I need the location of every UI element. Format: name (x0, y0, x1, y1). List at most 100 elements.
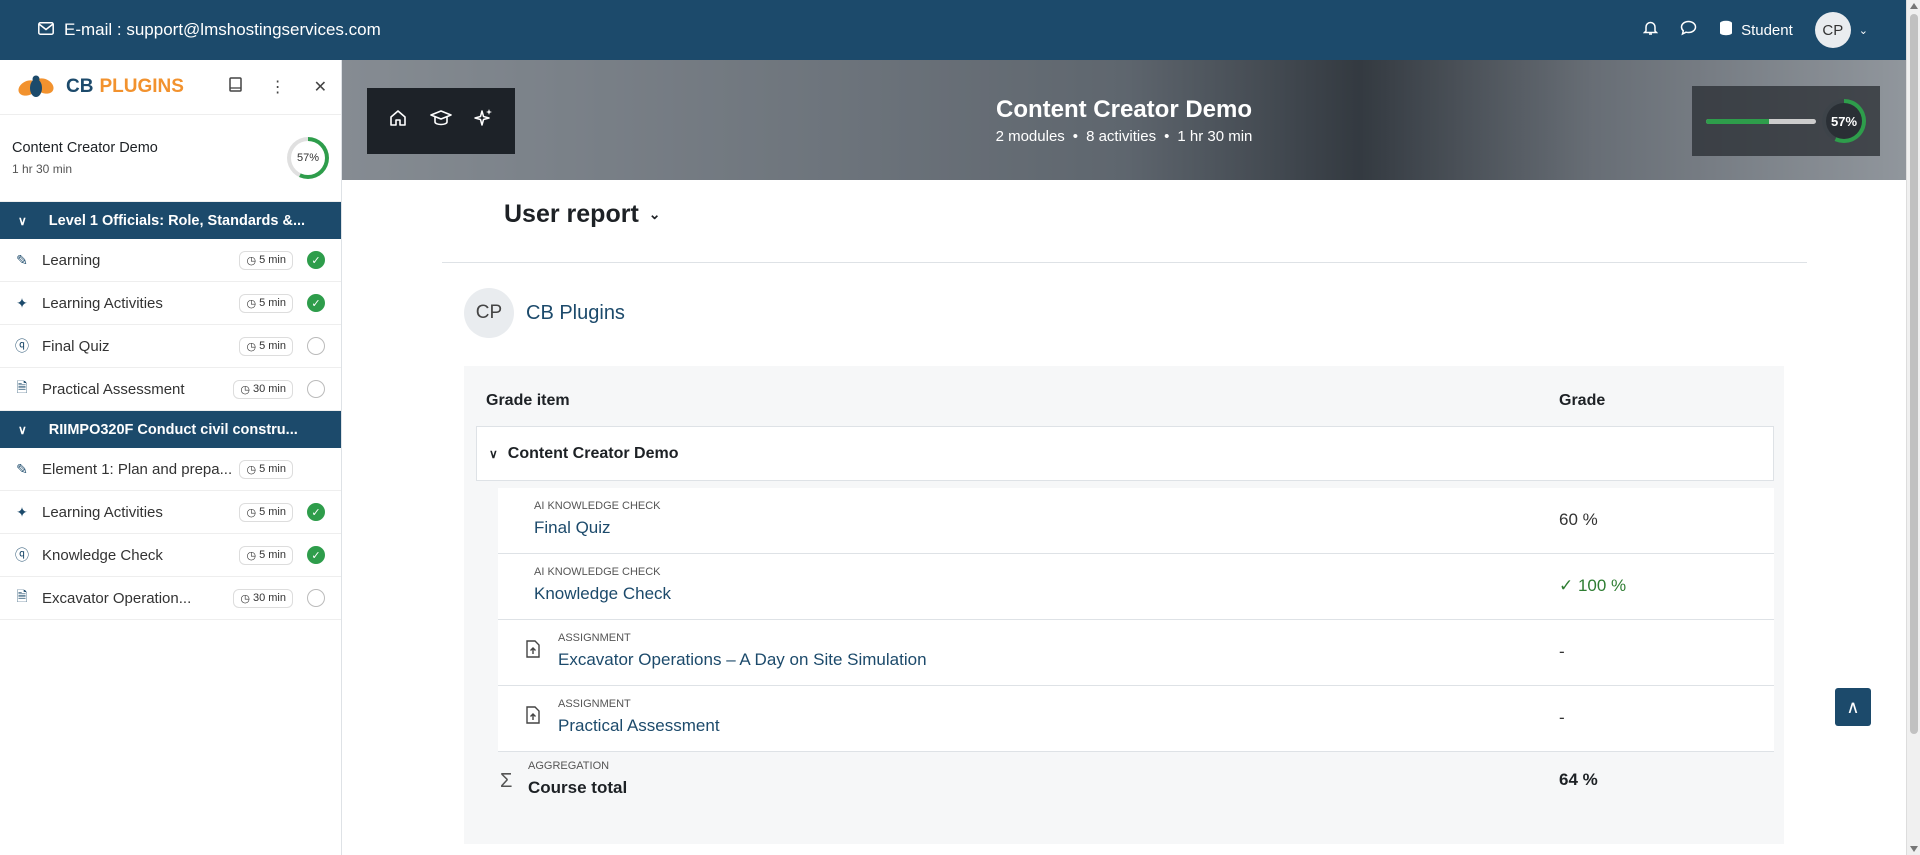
page-scrollbar[interactable] (1906, 0, 1920, 855)
scroll-up-icon[interactable] (1910, 3, 1918, 9)
completion-empty-icon (307, 380, 325, 398)
duration-badge: ◷ 30 min (233, 588, 293, 608)
activity-label: Final Quiz (42, 337, 110, 355)
course-progress-value: 57% (291, 141, 325, 175)
activity-label: Learning (42, 251, 101, 269)
logo-icon (18, 75, 54, 97)
scroll-down-icon[interactable] (1910, 846, 1918, 852)
completion-check-icon: ✓ (307, 503, 325, 521)
activity-label: Excavator Operation... (42, 589, 192, 607)
logo-text-plugins: PLUGINS (99, 76, 184, 97)
duration-badge: ◷ 5 min (239, 502, 293, 522)
item-link[interactable]: Excavator Operations – A Day on Site Sim… (558, 650, 927, 670)
item-grade: - (1559, 708, 1565, 727)
logo-text-cb: CB (66, 76, 94, 97)
activity-learning-activities[interactable]: ✦ Learning Activities ◷ 5 min ✓ (0, 282, 341, 325)
back-to-top-button[interactable]: ∧ (1835, 688, 1871, 726)
activity-knowledge-check[interactable]: ⓠ Knowledge Check ◷ 5 min ✓ (0, 534, 341, 577)
course-summary[interactable]: Content Creator Demo 1 hr 30 min 57% (0, 115, 341, 202)
user-menu[interactable]: CP ⌄ (1814, 12, 1868, 48)
activity-label: Learning Activities (42, 503, 163, 521)
completion-check-icon: ✓ (307, 294, 325, 312)
item-grade: ✓ 100 % (1559, 576, 1627, 595)
grade-row: AI KNOWLEDGE CHECK Final Quiz 60 % (498, 488, 1774, 554)
activity-learning-activities-2[interactable]: ✦ Learning Activities ◷ 5 min ✓ (0, 491, 341, 534)
column-header-grade-item: Grade item (486, 392, 570, 409)
puzzle-icon: ✦ (16, 294, 28, 311)
chevron-down-icon[interactable]: ∨ (489, 447, 498, 461)
activity-practical-assessment[interactable]: 🗎 Practical Assessment ◷ 30 min (0, 368, 341, 411)
user-name-link[interactable]: CB Plugins (526, 302, 625, 325)
avatar: CP (1814, 12, 1851, 48)
activity-final-quiz[interactable]: ⓠ Final Quiz ◷ 5 min (0, 325, 341, 368)
completion-empty-icon (307, 589, 325, 607)
item-grade: 60 % (1559, 510, 1598, 529)
activity-learning[interactable]: ✎ Learning ◷ 5 min ✓ (0, 239, 341, 282)
duration-badge: ◷ 5 min (239, 250, 293, 270)
messages-icon[interactable] (1680, 20, 1697, 40)
clock-icon: ◷ (246, 340, 257, 353)
completion-empty-icon (307, 337, 325, 355)
close-icon[interactable]: ✕ (314, 77, 327, 97)
progress-value: 57% (1826, 103, 1862, 139)
file-upload-icon: 🗎 (16, 379, 28, 395)
support-email: E-mail : support@lmshostingservices.com (38, 20, 381, 40)
item-grade: - (1559, 642, 1565, 661)
check-icon: ✓ (1559, 576, 1578, 595)
file-upload-icon: 🗎 (16, 588, 28, 604)
chevron-down-icon: ⌄ (1858, 24, 1868, 37)
divider (442, 262, 1807, 263)
section-header-2[interactable]: ∨ RIIMPO320F Conduct civil constru... (0, 411, 341, 448)
duration-badge: ◷ 5 min (239, 545, 293, 565)
more-options-icon[interactable]: ⋮ (270, 77, 286, 97)
activity-element-1[interactable]: ✎ Element 1: Plan and prepa... ◷ 5 min (0, 448, 341, 491)
item-link[interactable]: Final Quiz (534, 518, 611, 538)
support-email-text: E-mail : support@lmshostingservices.com (64, 20, 381, 39)
report-selector[interactable]: User report ⌄ (504, 200, 661, 229)
clock-icon: ◷ (240, 592, 250, 605)
cb-plugins-logo[interactable]: CB PLUGINS (14, 72, 184, 102)
completion-none (307, 460, 325, 478)
course-meta: 2 modules • 8 activities • 1 hr 30 min (995, 128, 1253, 145)
chevron-down-icon: ∨ (18, 213, 27, 228)
activity-label: Knowledge Check (42, 546, 163, 564)
activity-label: Practical Assessment (42, 380, 185, 398)
progress-bar-fill (1706, 118, 1769, 124)
duration-badge: ◷ 5 min (239, 293, 293, 313)
progress-bar (1706, 118, 1816, 124)
question-icon: ⓠ (15, 547, 29, 563)
activities-count: 8 activities (1086, 128, 1157, 145)
scrollbar-thumb[interactable] (1910, 14, 1918, 734)
item-link[interactable]: Knowledge Check (534, 584, 671, 604)
book-icon[interactable] (228, 76, 242, 98)
banner-title-block: Content Creator Demo 2 modules • 8 activit… (342, 96, 1906, 145)
progress-ring: 57% (1822, 99, 1866, 143)
duration-badge: ◷ 5 min (239, 336, 293, 356)
role-switcher[interactable]: Student (1719, 20, 1793, 40)
file-upload-icon (526, 640, 540, 663)
column-header-grade: Grade (1559, 392, 1606, 409)
category-row[interactable]: ∨ Content Creator Demo (476, 426, 1774, 481)
database-icon (1719, 20, 1733, 40)
duration-badge: ◷ 5 min (239, 459, 293, 479)
course-total-row: Σ AGGREGATION Course total 64 % (498, 748, 1774, 814)
grade-row: ASSIGNMENT Practical Assessment - (498, 686, 1774, 752)
chevron-down-icon: ∨ (18, 422, 27, 437)
bell-icon[interactable] (1642, 20, 1659, 40)
role-label: Student (1741, 21, 1793, 39)
question-icon: ⓠ (15, 338, 29, 354)
grade-row: ASSIGNMENT Excavator Operations – A Day … (498, 620, 1774, 686)
course-duration: 1 hr 30 min (12, 162, 73, 176)
item-type: AI KNOWLEDGE CHECK (534, 500, 661, 512)
section-title: RIIMPO320F Conduct civil constru... (48, 421, 298, 438)
clock-icon: ◷ (246, 297, 257, 310)
course-progress-ring: 57% (287, 137, 329, 179)
grade-row: AI KNOWLEDGE CHECK Knowledge Check ✓ 100… (498, 554, 1774, 620)
activity-excavator-operation[interactable]: 🗎 Excavator Operation... ◷ 30 min (0, 577, 341, 620)
item-link[interactable]: Practical Assessment (558, 716, 720, 736)
section-header-1[interactable]: ∨ Level 1 Officials: Role, Standards &..… (0, 202, 341, 239)
clock-icon: ◷ (246, 463, 257, 476)
course-total-grade: 64 % (1559, 770, 1598, 789)
duration-badge: ◷ 30 min (233, 379, 293, 399)
clock-icon: ◷ (246, 506, 257, 519)
